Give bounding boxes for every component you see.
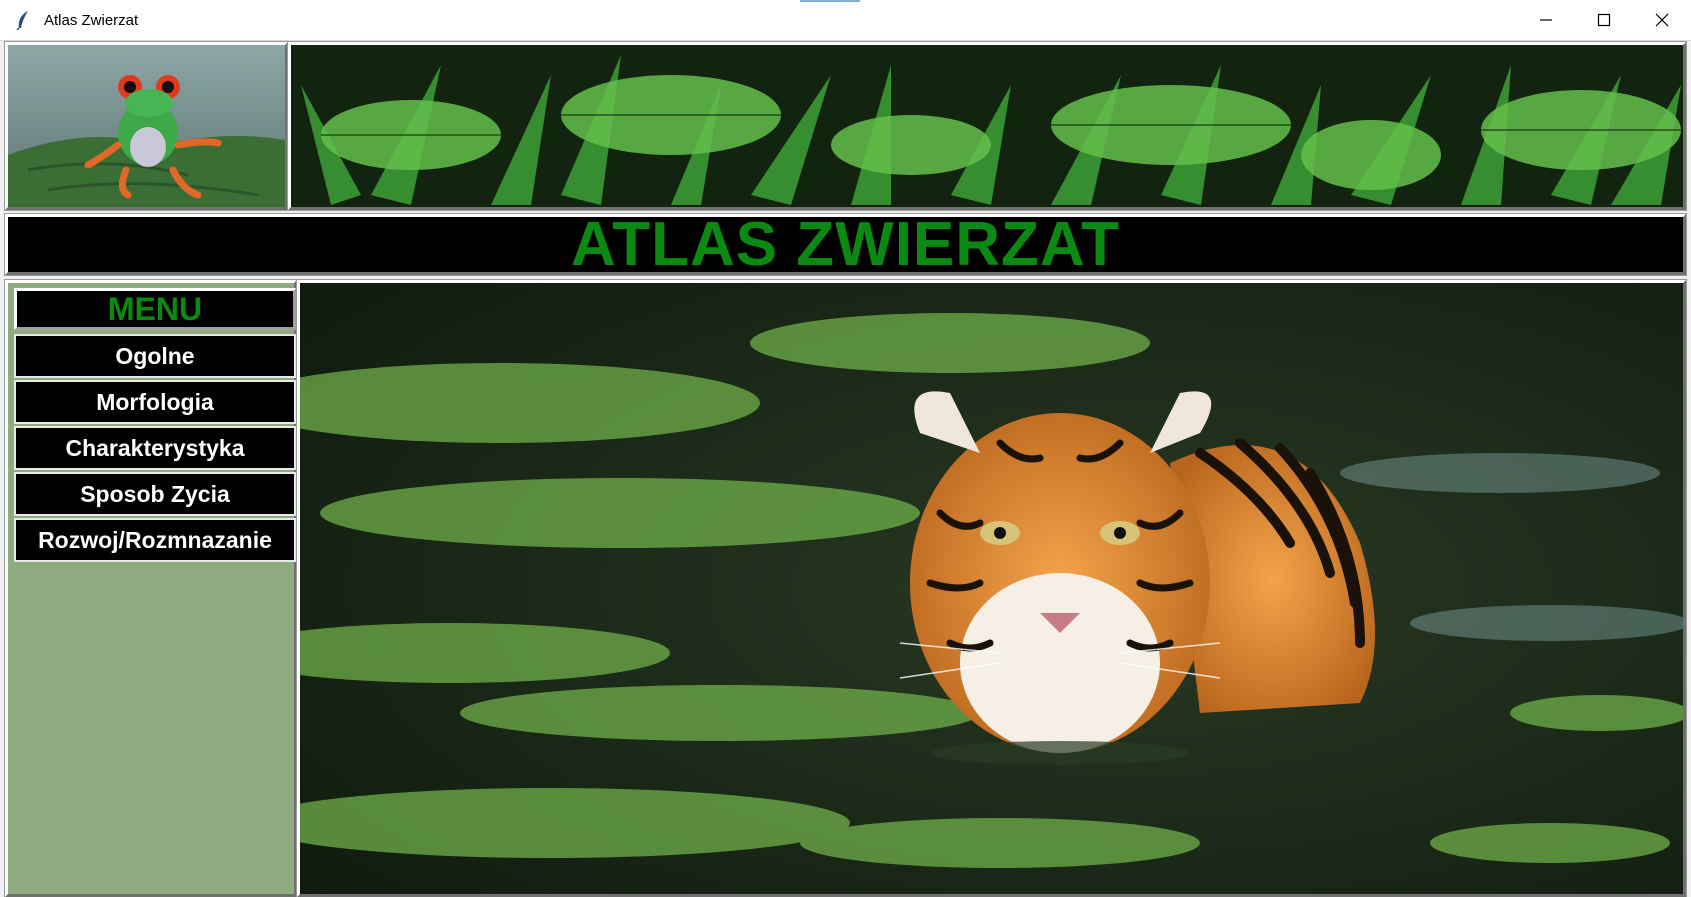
menu-item-charakterystyka[interactable]: Charakterystyka [14, 426, 296, 470]
menu-panel: MENU Ogolne Morfologia Charakterystyka S… [4, 279, 298, 897]
menu-item-ogolne[interactable]: Ogolne [14, 334, 296, 378]
menu-item-rozwoj-rozmnazanie[interactable]: Rozwoj/Rozmnazanie [14, 518, 296, 562]
menu-item-sposob-zycia[interactable]: Sposob Zycia [14, 472, 296, 516]
title-banner: ATLAS ZWIERZAT [4, 210, 1687, 279]
minimize-icon [1540, 19, 1552, 21]
frog-image-frame [4, 41, 289, 211]
menu-item-morfologia[interactable]: Morfologia [14, 380, 296, 424]
maximize-icon [1597, 13, 1611, 27]
maximize-button[interactable] [1575, 0, 1633, 40]
close-icon [1655, 13, 1669, 27]
main-image-frame [296, 279, 1687, 897]
window-title: Atlas Zwierzat [44, 11, 139, 29]
tiger-swimming-icon [300, 283, 1683, 894]
close-button[interactable] [1633, 0, 1691, 40]
titlebar-accent [800, 0, 860, 2]
jungle-palms-icon [291, 45, 1683, 207]
app-title: ATLAS ZWIERZAT [571, 210, 1120, 279]
minimize-button[interactable] [1517, 0, 1575, 40]
menu-title: MENU [14, 288, 296, 330]
jungle-image-frame [287, 41, 1687, 211]
window-titlebar: Atlas Zwierzat [0, 0, 1691, 41]
feather-icon [16, 11, 28, 30]
red-eyed-tree-frog-icon [8, 45, 285, 207]
